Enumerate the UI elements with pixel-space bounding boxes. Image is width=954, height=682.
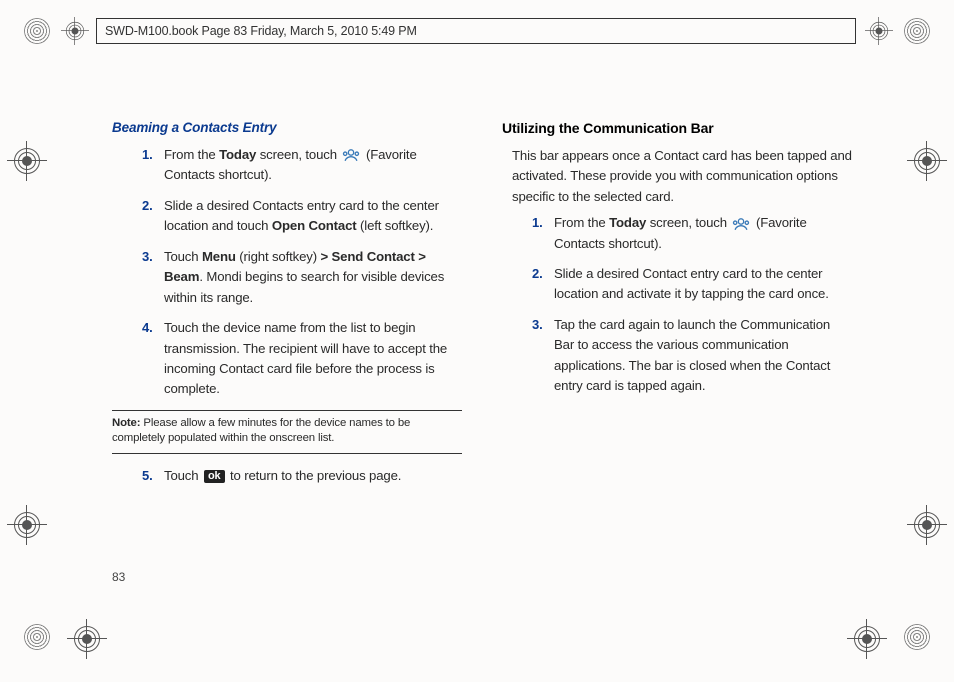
registration-mark-footer-right (854, 626, 880, 652)
page-content: Beaming a Contacts Entry 1. From the Tod… (112, 118, 852, 496)
step-text: From the Today screen, touch (Favorite C… (554, 215, 807, 250)
contacts-icon (731, 216, 751, 232)
registration-mark-right-top (914, 148, 940, 174)
left-step-3: 3. Touch Menu (right softkey) > Send Con… (142, 247, 462, 308)
step-text: Touch the device name from the list to b… (164, 320, 447, 396)
step-text: From the Today screen, touch (Favorite C… (164, 147, 417, 182)
document-header-text: SWD-M100.book Page 83 Friday, March 5, 2… (105, 24, 417, 38)
left-column: Beaming a Contacts Entry 1. From the Tod… (112, 118, 462, 496)
corner-ornament-bl (24, 624, 50, 650)
registration-mark-left-top (14, 148, 40, 174)
section-intro: This bar appears once a Contact card has… (502, 146, 852, 207)
left-steps: 1. From the Today screen, touch (Favorit… (112, 145, 462, 400)
left-step-1: 1. From the Today screen, touch (Favorit… (142, 145, 462, 186)
right-step-3: 3. Tap the card again to launch the Comm… (532, 315, 852, 397)
step-number: 5. (142, 466, 153, 486)
right-step-2: 2. Slide a desired Contact entry card to… (532, 264, 852, 305)
step-number: 2. (142, 196, 153, 216)
contacts-icon (341, 147, 361, 163)
right-steps: 1. From the Today screen, touch (Favorit… (502, 213, 852, 397)
document-header: SWD-M100.book Page 83 Friday, March 5, 2… (96, 18, 856, 44)
registration-mark-footer-left (74, 626, 100, 652)
section-title-beaming: Beaming a Contacts Entry (112, 118, 462, 139)
left-step-4: 4. Touch the device name from the list t… (142, 318, 462, 400)
registration-mark-right-bottom (914, 512, 940, 538)
registration-mark-left-bottom (14, 512, 40, 538)
step-number: 3. (532, 315, 543, 335)
step-number: 3. (142, 247, 153, 267)
corner-ornament-tr (904, 18, 930, 44)
registration-mark-header-right (870, 22, 888, 40)
corner-ornament-tl (24, 18, 50, 44)
note-box: Note: Please allow a few minutes for the… (112, 410, 462, 454)
step-text: Touch Menu (right softkey) > Send Contac… (164, 249, 444, 305)
step-text: Tap the card again to launch the Communi… (554, 317, 830, 393)
left-step-5: 5. Touch ok to return to the previous pa… (142, 466, 462, 486)
step-number: 4. (142, 318, 153, 338)
ok-button-icon: ok (204, 470, 225, 483)
left-step-2: 2. Slide a desired Contacts entry card t… (142, 196, 462, 237)
page-number: 83 (112, 570, 125, 584)
step-number: 2. (532, 264, 543, 284)
note-text: Please allow a few minutes for the devic… (112, 417, 410, 444)
right-step-1: 1. From the Today screen, touch (Favorit… (532, 213, 852, 254)
registration-mark-header-left (66, 22, 84, 40)
note-label: Note: (112, 417, 140, 429)
step-text: Touch ok to return to the previous page. (164, 468, 401, 483)
corner-ornament-br (904, 624, 930, 650)
right-column: Utilizing the Communication Bar This bar… (502, 118, 852, 496)
step-text: Slide a desired Contacts entry card to t… (164, 198, 439, 233)
left-steps-continued: 5. Touch ok to return to the previous pa… (112, 466, 462, 486)
step-number: 1. (532, 213, 543, 233)
step-text: Slide a desired Contact entry card to th… (554, 266, 829, 301)
section-title-commbar: Utilizing the Communication Bar (502, 118, 852, 140)
step-number: 1. (142, 145, 153, 165)
